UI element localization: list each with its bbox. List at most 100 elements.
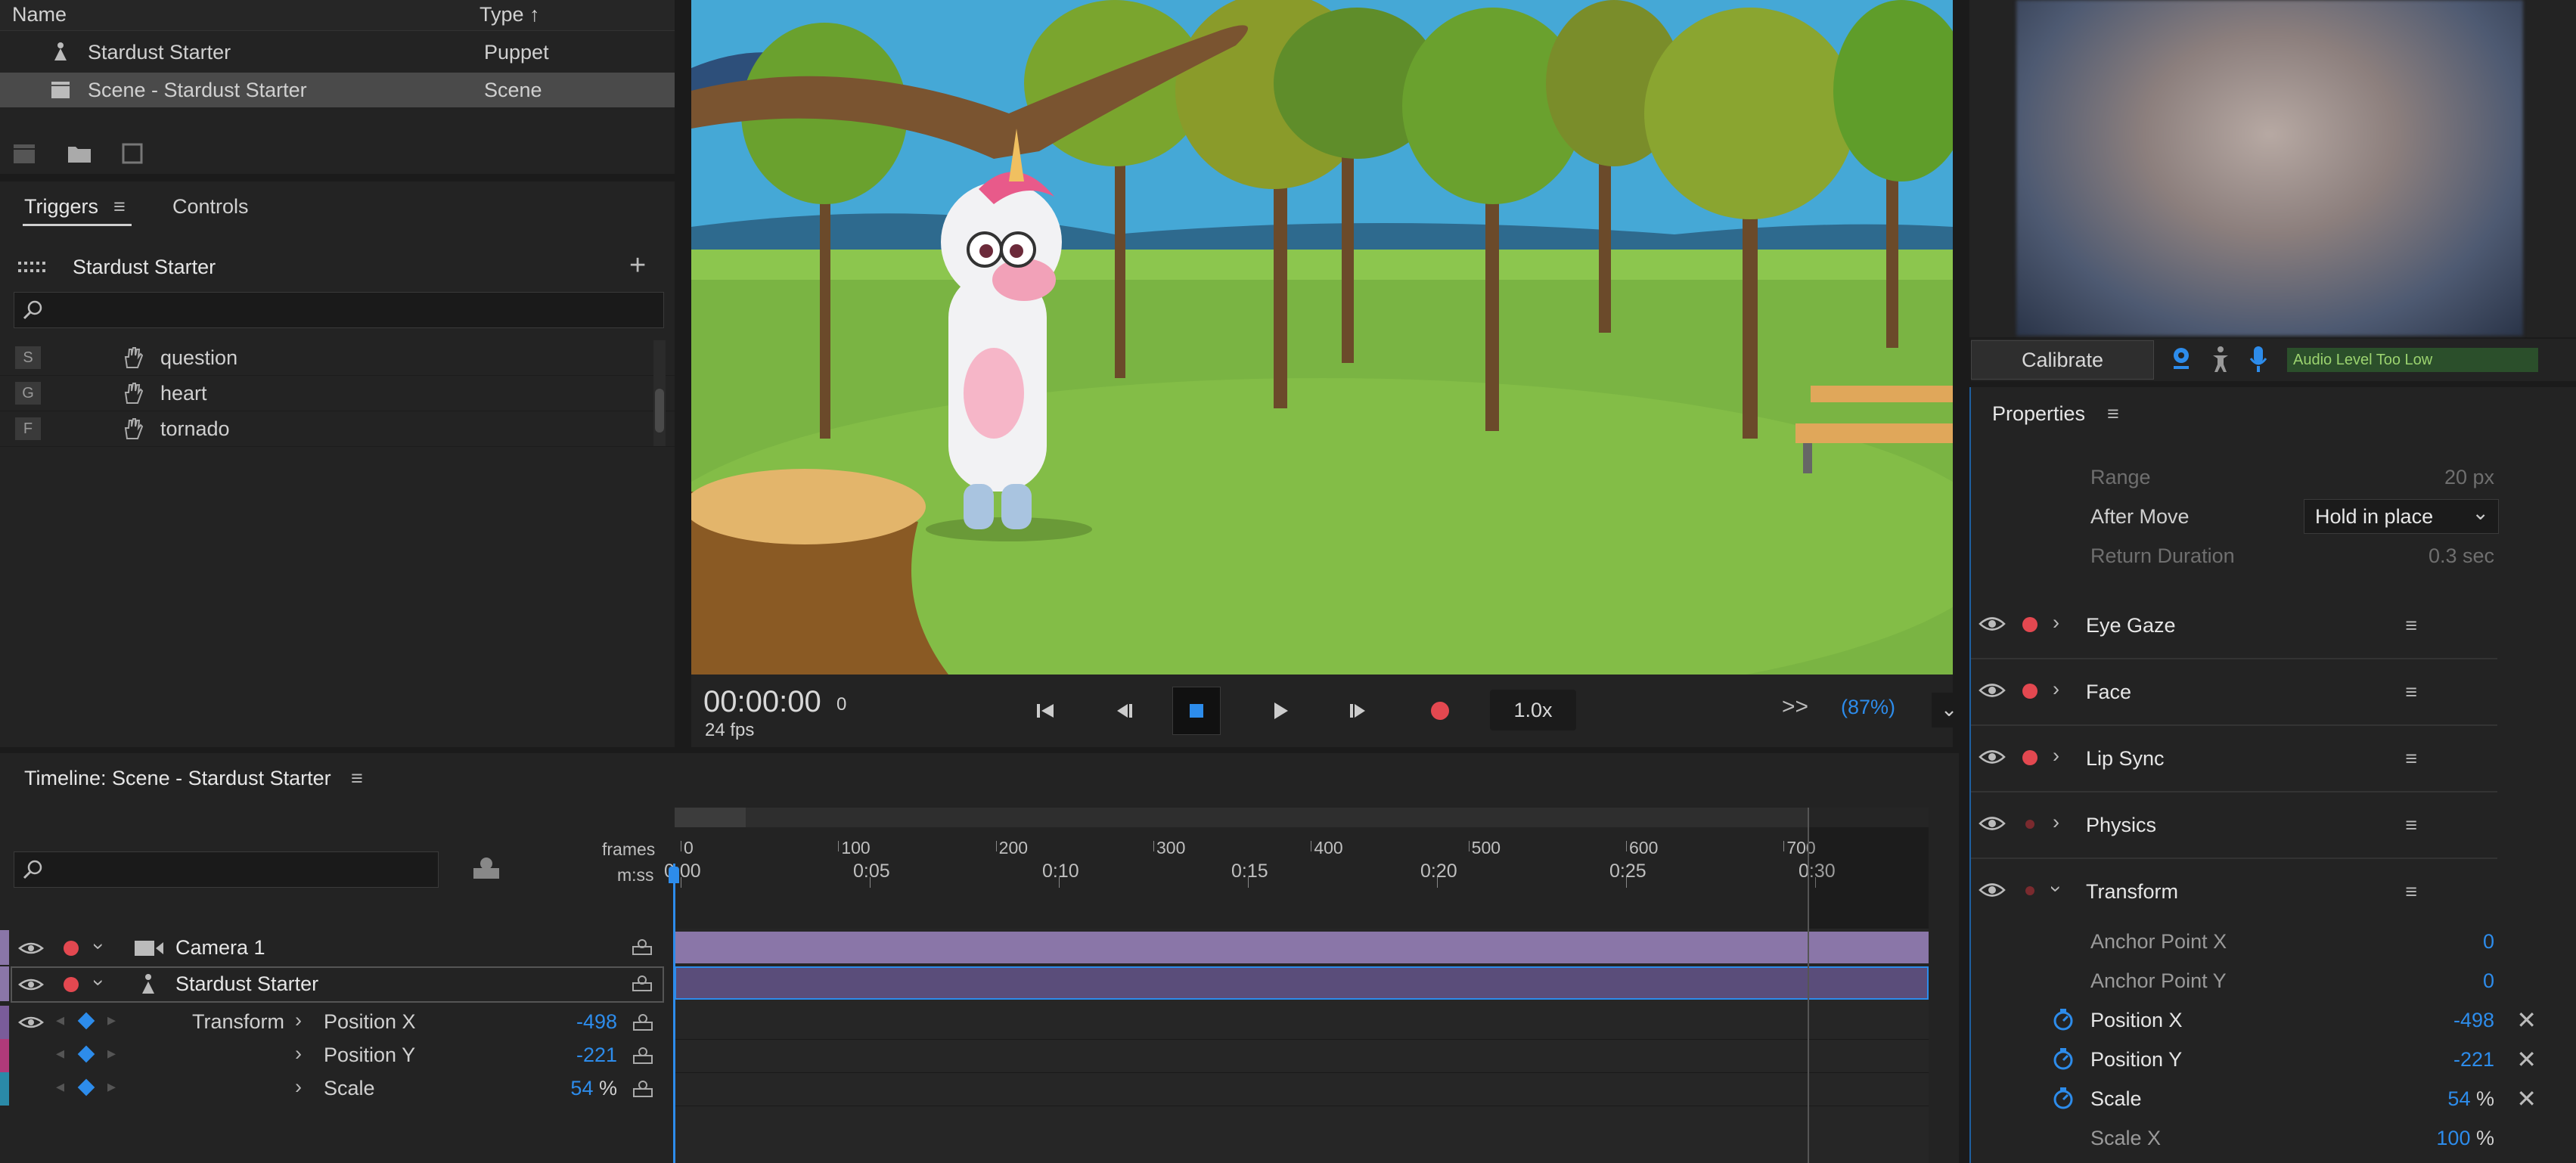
record-disabled-icon[interactable] [2025,886,2034,895]
section-menu-icon[interactable]: ≡ [2405,880,2417,904]
shy-icon[interactable] [632,1012,653,1033]
chevron-down-icon[interactable]: › [2044,885,2068,892]
param-value[interactable]: 0 [2483,969,2494,993]
record-enable-icon[interactable] [64,977,79,992]
project-item-scene[interactable]: Scene - Stardust Starter Scene [0,73,675,107]
eye-icon[interactable] [18,1013,44,1031]
remove-keyframes-icon[interactable]: ✕ [2516,1045,2537,1074]
stopwatch-icon[interactable] [2051,1007,2075,1031]
next-keyframe-icon[interactable]: ▸ [107,1010,116,1030]
chevron-right-icon[interactable]: › [295,1075,302,1099]
prop-value[interactable]: 54 [570,1077,593,1099]
record-enable-icon[interactable] [64,941,79,956]
trigger-item[interactable]: F tornado [0,411,675,447]
remove-keyframes-icon[interactable]: ✕ [2516,1084,2537,1113]
eye-icon[interactable] [18,939,44,957]
eye-icon[interactable] [18,975,44,994]
chevron-right-icon[interactable]: › [2053,678,2059,701]
section-menu-icon[interactable]: ≡ [2405,814,2417,837]
param-anchor-x[interactable]: Anchor Point X 0 [1971,921,2576,960]
trigger-item[interactable]: G heart [0,376,675,411]
keyframe-icon[interactable] [77,1045,95,1063]
folder-icon[interactable] [67,142,92,165]
shy-icon[interactable] [632,1045,653,1066]
section-menu-icon[interactable]: ≡ [2405,681,2417,704]
stopwatch-icon[interactable] [2051,1047,2075,1071]
calibrate-button[interactable]: Calibrate [1971,340,2154,380]
timecode-display[interactable]: 00:00:00 [703,685,821,719]
new-scene-icon[interactable] [12,142,38,165]
new-item-icon[interactable] [120,142,146,165]
type-column-header[interactable]: Type ↑ [480,3,540,26]
section-eye-gaze[interactable]: › Eye Gaze ≡ [1971,591,2497,659]
param-value[interactable]: 0 [2483,930,2494,954]
record-enable-icon[interactable] [2022,750,2038,765]
trigger-scrollbar[interactable] [653,340,666,446]
keyframe-icon[interactable] [77,1012,95,1030]
chevron-down-icon[interactable]: › [87,943,110,950]
param-value[interactable]: -221 [2453,1048,2494,1072]
param-value[interactable]: 100 [2436,1127,2470,1149]
section-transform[interactable]: › Transform ≡ [1971,858,2497,924]
webcam-icon[interactable] [2169,346,2193,374]
next-keyframe-icon[interactable]: ▸ [107,1077,116,1096]
remove-keyframes-icon[interactable]: ✕ [2516,1006,2537,1034]
param-position-y[interactable]: Position Y -221 ✕ [1971,1039,2576,1078]
section-lip-sync[interactable]: › Lip Sync ≡ [1971,724,2497,792]
param-scale-x[interactable]: Scale X 100 % [1971,1118,2576,1157]
project-item-puppet[interactable]: Stardust Starter Puppet [0,35,675,70]
trigger-item[interactable]: S question [0,340,675,376]
chevron-right-icon[interactable]: › [295,1009,302,1032]
playhead[interactable] [673,864,675,1163]
prop-value[interactable]: -498 [576,1010,617,1034]
shy-icon[interactable] [631,974,653,994]
record-enable-icon[interactable] [2022,617,2038,632]
zoom-dropdown[interactable]: ⌄ [1932,693,1966,727]
shy-tracks-icon[interactable] [470,854,502,882]
add-trigger-button[interactable]: + [629,250,646,282]
shy-icon[interactable] [631,938,653,957]
more-controls-button[interactable]: >> [1782,694,1808,720]
chevron-down-icon[interactable]: › [87,979,110,986]
param-value[interactable]: 54 [2447,1087,2470,1110]
stopwatch-icon[interactable] [2051,1086,2075,1110]
record-button[interactable] [1420,691,1460,730]
work-area-handle[interactable] [675,808,746,827]
eye-icon[interactable] [1979,679,2006,702]
eye-icon[interactable] [1979,746,2006,768]
prop-value[interactable]: -221 [576,1044,617,1067]
playback-speed[interactable]: 1.0x [1490,690,1576,730]
camera-track-bar[interactable] [675,932,1929,963]
chevron-right-icon[interactable]: › [2053,811,2059,834]
scene-canvas[interactable] [691,0,1953,675]
record-enable-icon[interactable] [2022,684,2038,699]
zoom-level[interactable]: (87%) [1841,696,1895,719]
next-keyframe-icon[interactable]: ▸ [107,1044,116,1063]
tab-menu-icon[interactable]: ≡ [113,195,126,219]
chevron-right-icon[interactable]: › [295,1042,302,1065]
stop-button[interactable] [1172,687,1221,735]
record-disabled-icon[interactable] [2025,820,2034,829]
section-menu-icon[interactable]: ≡ [2405,747,2417,771]
step-back-button[interactable] [1104,691,1144,730]
tab-triggers[interactable]: Triggers [24,195,98,219]
eye-icon[interactable] [1979,812,2006,835]
section-menu-icon[interactable]: ≡ [2405,614,2417,637]
shy-icon[interactable] [632,1078,653,1099]
eye-icon[interactable] [1979,613,2006,635]
timeline-prop-scale[interactable]: ◂ ▸ › Scale 54 % [0,1072,675,1106]
section-face[interactable]: › Face ≡ [1971,658,2497,726]
play-button[interactable] [1260,691,1299,730]
param-return-duration[interactable]: Return Duration 0.3 sec [1971,535,2576,575]
after-move-dropdown[interactable]: Hold in place ⌄ [2304,499,2499,534]
go-to-start-button[interactable] [1026,691,1065,730]
tab-controls[interactable]: Controls [172,195,249,219]
prev-keyframe-icon[interactable]: ◂ [56,1044,64,1063]
param-anchor-y[interactable]: Anchor Point Y 0 [1971,960,2576,1000]
name-column-header[interactable]: Name [12,3,67,26]
param-value[interactable]: -498 [2453,1009,2494,1032]
eye-icon[interactable] [1979,879,2006,901]
body-tracking-icon[interactable] [2208,345,2233,374]
trigger-search-input[interactable] [14,292,664,328]
section-physics[interactable]: › Physics ≡ [1971,791,2497,859]
